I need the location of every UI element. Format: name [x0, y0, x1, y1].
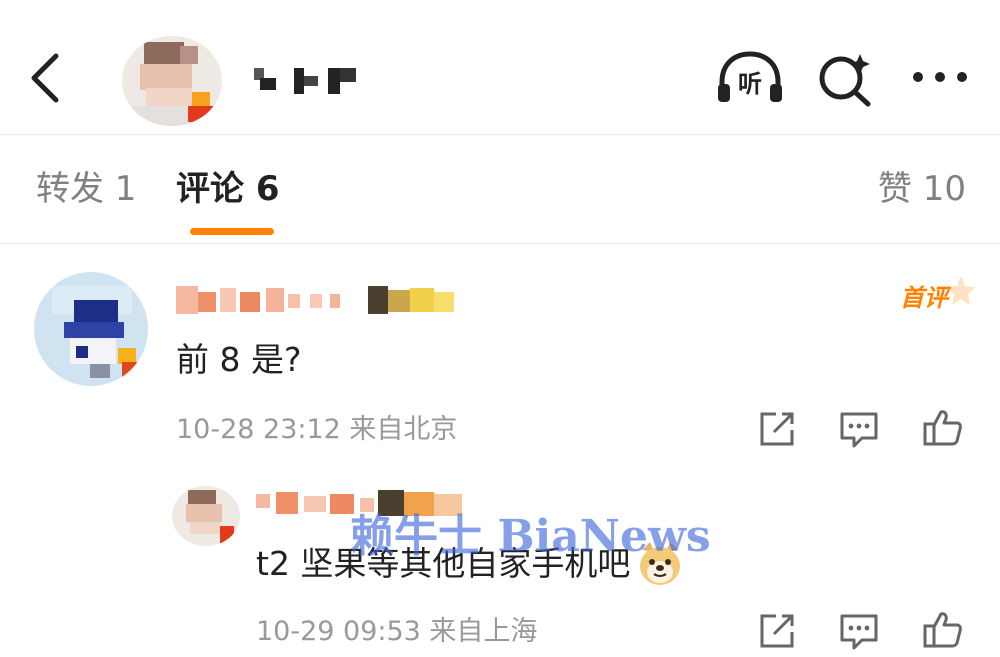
tab-likes[interactable]: 赞 10: [878, 167, 966, 211]
comment-meta: 10-28 23:12 来自北京: [176, 414, 458, 445]
tab-repost[interactable]: 转发 1: [36, 167, 136, 211]
commenter-avatar[interactable]: [34, 272, 148, 386]
search-sparkle-icon[interactable]: [816, 48, 874, 108]
tab-bar: 转发 1 评论 6 赞 10: [0, 135, 1000, 244]
reply-name-blurred[interactable]: [256, 488, 466, 518]
reply-share-icon[interactable]: [756, 610, 798, 652]
author-name-blurred: [250, 66, 360, 96]
commenter-name-blurred[interactable]: [176, 282, 456, 318]
reply-comment-icon[interactable]: [838, 408, 880, 450]
listen-label: 听: [738, 70, 762, 98]
listen-headphone-icon[interactable]: 听: [714, 48, 786, 108]
back-chevron-icon[interactable]: [22, 48, 66, 108]
author-avatar[interactable]: [122, 36, 222, 126]
reply-thumbs-up-icon[interactable]: [922, 608, 964, 650]
first-comment-badge: 首评: [900, 276, 976, 318]
reply-text-row: t2 坚果等其他自家手机吧: [256, 538, 684, 590]
reply-avatar[interactable]: [172, 486, 240, 546]
tab-comments[interactable]: 评论 6: [176, 167, 280, 211]
first-comment-label: 首评: [900, 284, 948, 312]
reply-text: t2 坚果等其他自家手机吧: [256, 544, 631, 583]
share-icon[interactable]: [756, 408, 798, 450]
active-tab-indicator: [190, 228, 274, 235]
top-bar: 听: [0, 0, 1000, 135]
reply-meta: 10-29 09:53 来自上海: [256, 616, 538, 647]
reply-comment-icon-2[interactable]: [838, 610, 880, 652]
doge-emoji-icon: [636, 540, 684, 588]
thumbs-up-icon[interactable]: [922, 406, 964, 448]
badge-star-icon: [946, 276, 976, 305]
more-dots-icon[interactable]: [910, 62, 970, 92]
comment-text: 前 8 是?: [176, 340, 302, 379]
